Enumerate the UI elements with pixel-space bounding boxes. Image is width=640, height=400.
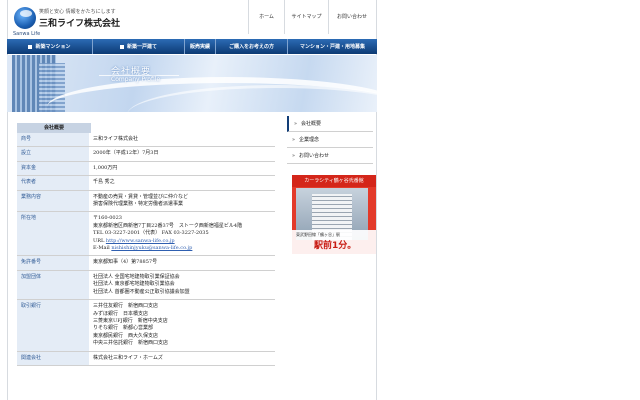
company-profile-table: 商号 三和ライフ株式会社 設立 2000年（平成12年）7月3日 資本金 1,0… [17,133,275,366]
table-row: 関連会社 株式会社三和ライフ・ホームズ [17,351,275,366]
value-line: 株式会社三和ライフ・ホームズ [93,354,163,361]
main-nav-new-mansion[interactable]: 新築マンション [7,39,93,54]
table-row: 商号 三和ライフ株式会社 [17,133,275,148]
ad-footer: 東武野田線「鶴ヶ谷」駅 駅前1分。 [292,230,376,254]
logo-icon[interactable] [14,7,36,29]
main-nav-label: 新築マンション [35,44,71,50]
page-banner: 会社概要 Company Profile [7,55,377,112]
nav-home[interactable]: ホーム [248,0,284,34]
main-nav-label: 販売実績 [189,44,210,50]
page-subtitle: Company Profile [111,76,161,83]
row-value: 〒160-0023 東京都新宿区西新宿7丁目22番37号 ストーク西新宿福星ビル… [89,211,275,257]
row-value: 社団法人 全国宅地建物取引業保証協会 社団法人 東京都宅地建物取引業協会 社団法… [89,270,275,301]
value-line: 三井住友銀行 新宿西口支店 [93,303,159,310]
table-row: 免許番号 東京都知事（4）第78857号 [17,255,275,271]
row-label: 設立 [17,146,89,162]
value-line: 損害保険代理業務・特定労働者派遣事業 [93,201,184,208]
value-line: 不動産の売買・賃貸・管理並びに仲介など [93,193,189,200]
main-nav-label: マンション・戸建・用地募集 [299,44,365,50]
main-nav: 新築マンション 新築一戸建て 販売実績 ご購入をお考えの方 マンション・戸建・用… [7,39,377,54]
website-link[interactable]: http://www.sanwa-life.co.jp [106,238,175,244]
row-label: 取引銀行 [17,299,89,352]
main-nav-label: ご購入をお考えの方 [228,44,274,50]
side-menu: 会社概要 企業理念 お問い合わせ [287,116,373,164]
value-line: 社団法人 東京都宅地建物取引業協会 [93,281,175,288]
value-line: TEL 03-3227-2001（代表） FAX 03-3227-2035 [93,230,209,237]
main-nav-sales-record[interactable]: 販売実績 [185,39,216,54]
table-row: 所在地 〒160-0023 東京都新宿区西新宿7丁目22番37号 ストーク西新宿… [17,211,275,257]
section-tab: 会社概要 [17,123,91,133]
main-nav-label: 新築一戸建て [126,44,157,50]
company-name[interactable]: 三和ライフ株式会社 [39,16,120,29]
value-line: 〒160-0023 [93,215,122,222]
top-nav: ホーム サイトマップ お問い合わせ [248,0,375,34]
table-row: 資本金 1,000万円 [17,161,275,177]
row-label: 加盟団体 [17,270,89,301]
side-item-philosophy[interactable]: 企業理念 [287,132,373,148]
row-value: 株式会社三和ライフ・ホームズ [89,351,275,366]
row-label: 免許番号 [17,255,89,271]
value-line: 千島 秀之 [93,179,115,186]
value-line: 社団法人 首都圏不動産公正取引協議会加盟 [93,288,190,295]
tagline: 笑顔と安心 情報をかたちにします [39,9,116,15]
row-value: 三和ライフ株式会社 [89,133,275,148]
page: Sanwa Life 笑顔と安心 情報をかたちにします 三和ライフ株式会社 ホー… [0,0,640,400]
row-value: 2000年（平成12年）7月3日 [89,146,275,162]
nav-contact[interactable]: お問い合わせ [328,0,375,34]
logo-subtext: Sanwa Life [13,31,41,37]
value-line: 東京都知事（4）第78857号 [93,259,158,266]
row-value: 三井住友銀行 新宿西口支店 みずほ銀行 日本橋支店 三菱東京UFJ銀行 新宿中央… [89,299,275,352]
main-nav-new-house[interactable]: 新築一戸建て [93,39,185,54]
table-row: 加盟団体 社団法人 全国宅地建物取引業保証協会 社団法人 東京都宅地建物取引業協… [17,270,275,301]
value-line: みずほ銀行 日本橋支店 [93,310,149,317]
side-item-company-profile[interactable]: 会社概要 [287,116,373,132]
row-label: 関連会社 [17,351,89,366]
row-value: 千島 秀之 [89,175,275,191]
row-value: 東京都知事（4）第78857号 [89,255,275,271]
main-nav-buyers[interactable]: ご購入をお考えの方 [216,39,288,54]
email-label: E-Mail [93,245,112,252]
property-ad-banner[interactable]: カーラシティ鶴ヶ谷弐番館 東武野田線「鶴ヶ谷」駅 駅前1分。 [292,175,376,254]
row-value: 不動産の売買・賃貸・管理並びに仲介など 損害保険代理業務・特定労働者派遣事業 [89,190,275,213]
ad-heading: カーラシティ鶴ヶ谷弐番館 [292,175,376,187]
row-label: 代表者 [17,175,89,191]
row-value: 1,000万円 [89,161,275,177]
value-line: 1,000万円 [93,164,118,171]
side-item-contact[interactable]: お問い合わせ [287,148,373,164]
email-link[interactable]: nishishinjyuku@sanwa-life.co.jp [111,245,192,251]
value-line: 三和ライフ株式会社 [93,136,139,142]
table-row: 代表者 千島 秀之 [17,175,275,191]
value-line: りそな銀行 新都心営業部 [93,325,154,332]
square-icon [119,44,124,49]
table-row: 業務内容 不動産の売買・賃貸・管理並びに仲介など 損害保険代理業務・特定労働者派… [17,190,275,213]
row-label: 資本金 [17,161,89,177]
row-label: 商号 [17,133,89,148]
square-icon [28,44,33,49]
url-label: URL [93,237,106,244]
ad-headline: 駅前1分。 [314,241,357,251]
value-line: 東京都民銀行 西大久保支店 [93,332,159,339]
url-line: URL http://www.sanwa-life.co.jp [93,238,271,245]
table-row: 取引銀行 三井住友銀行 新宿西口支店 みずほ銀行 日本橋支店 三菱東京UFJ銀行… [17,299,275,352]
value-line: 中央三井信託銀行 新宿西口支店 [93,340,169,347]
nav-sitemap[interactable]: サイトマップ [284,0,328,34]
table-row: 設立 2000年（平成12年）7月3日 [17,146,275,162]
row-label: 業務内容 [17,190,89,213]
main-nav-recruit-land[interactable]: マンション・戸建・用地募集 [288,39,377,54]
email-line: E-Mail nishishinjyuku@sanwa-life.co.jp [93,245,271,252]
row-label: 所在地 [17,211,89,257]
value-line: 2000年（平成12年）7月3日 [93,150,159,157]
